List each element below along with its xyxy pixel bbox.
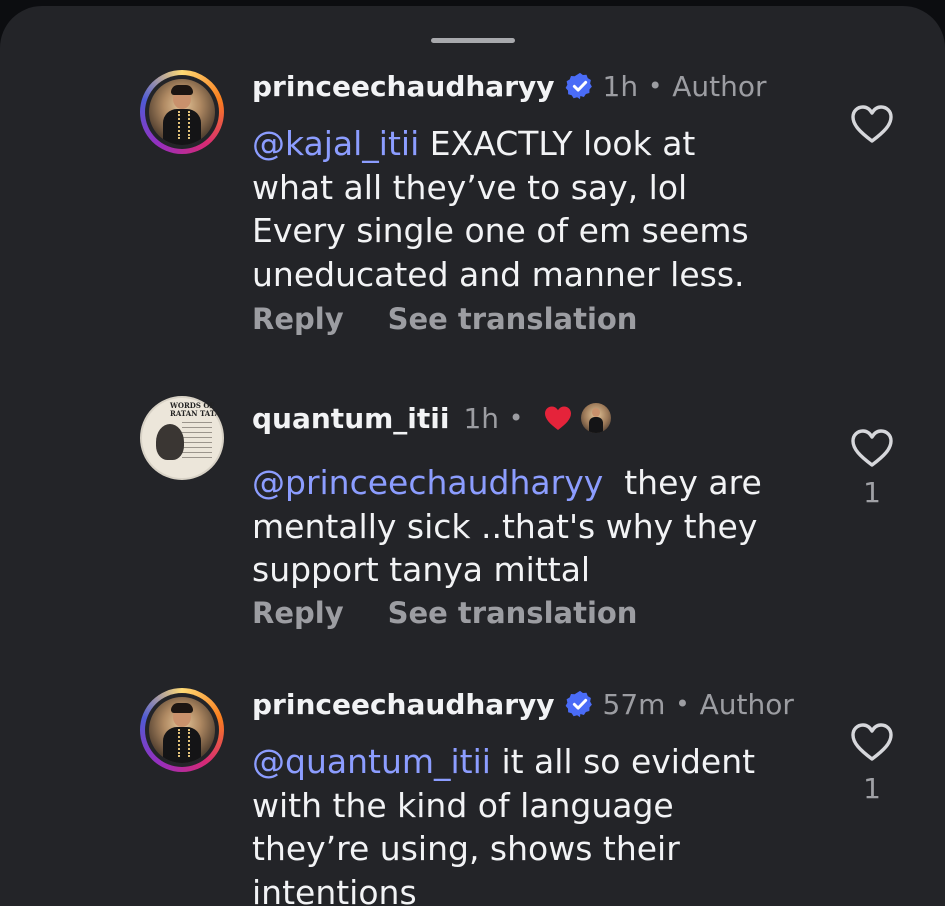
like-count: 1 (863, 476, 881, 509)
separator-dot: • (509, 404, 524, 432)
see-translation-button[interactable]: See translation (388, 302, 638, 336)
like-count: 1 (863, 772, 881, 805)
mention-link[interactable]: @princeechaudharyy (252, 463, 603, 502)
reply-button[interactable]: Reply (252, 596, 344, 630)
verified-badge-icon (565, 690, 592, 718)
comment-actions: Reply See translation (252, 302, 637, 336)
comment-header: princeechaudharyy 1h • Author (252, 66, 767, 106)
author-tag: Author (699, 687, 794, 721)
verified-badge-icon (565, 72, 592, 100)
heart-outline-icon[interactable] (848, 426, 896, 470)
avatar[interactable] (140, 688, 224, 772)
comment-header: quantum_itii 1h • (252, 398, 612, 438)
username[interactable]: princeechaudharyy (252, 688, 555, 721)
sheet-drag-handle[interactable] (431, 38, 515, 43)
heart-outline-icon[interactable] (848, 102, 896, 146)
comment-actions: Reply See translation (252, 596, 637, 630)
avatar[interactable]: WORDS OF RATAN TATA (140, 396, 224, 480)
comment-text: @princeechaudharyy they are mentally sic… (252, 463, 762, 589)
avatar[interactable] (140, 70, 224, 154)
see-translation-button[interactable]: See translation (388, 596, 638, 630)
author-tag: Author (672, 69, 767, 103)
comments-sheet: princeechaudharyy 1h • Author @kajal_iti… (0, 6, 945, 906)
author-mini-avatar (581, 403, 612, 433)
comment-time: 57m (602, 687, 666, 721)
username[interactable]: princeechaudharyy (252, 70, 555, 103)
heart-outline-icon[interactable] (848, 720, 896, 764)
comment-header: princeechaudharyy 57m • Author (252, 684, 794, 724)
separator-dot: • (648, 72, 663, 100)
reply-button[interactable]: Reply (252, 302, 344, 336)
mention-link[interactable]: @quantum_itii (252, 742, 491, 781)
comment-text: @kajal_itii EXACTLY look at what all the… (252, 124, 749, 294)
username[interactable]: quantum_itii (252, 402, 449, 435)
mention-link[interactable]: @kajal_itii (252, 124, 419, 163)
comment-text: @quantum_itii it all so evident with the… (252, 742, 756, 906)
red-heart-icon (545, 406, 572, 430)
comment-time: 1h (602, 69, 639, 103)
separator-dot: • (675, 690, 690, 718)
avatar-image-text: WORDS OF RATAN TATA (170, 401, 221, 418)
comment-time: 1h (463, 401, 500, 435)
